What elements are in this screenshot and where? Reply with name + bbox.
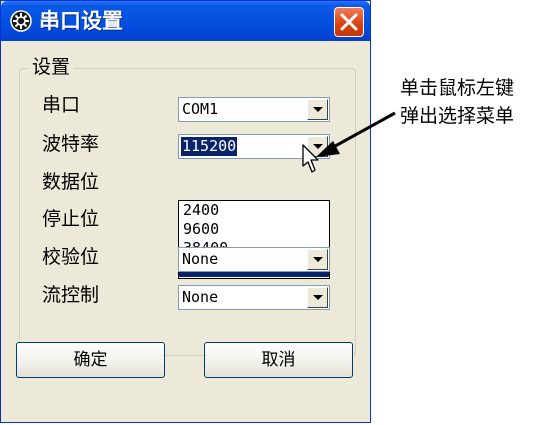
annotation-line-2: 弹出选择菜单 <box>400 105 515 127</box>
annotation-line-1: 单击鼠标左键 <box>400 77 515 99</box>
annotation-arrow-icon <box>316 111 396 157</box>
